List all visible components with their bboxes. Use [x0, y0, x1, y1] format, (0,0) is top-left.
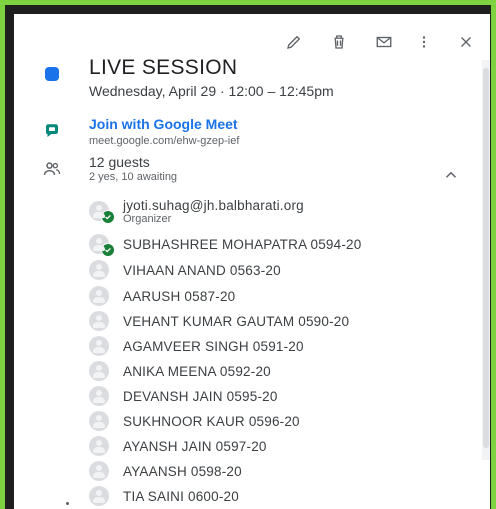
guest-name: SUKHNOOR KAUR 0596-20: [123, 413, 300, 429]
avatar: [89, 336, 109, 356]
event-title: LIVE SESSION: [89, 56, 238, 79]
avatar: [89, 486, 109, 506]
guest-name: AYANSH JAIN 0597-20: [123, 438, 267, 454]
scroll-thumb[interactable]: [483, 68, 489, 448]
pencil-icon: [287, 35, 301, 49]
people-icon: [40, 157, 64, 181]
avatar: [89, 201, 115, 224]
guest-name: VEHANT KUMAR GAUTAM 0590-20: [123, 313, 350, 329]
guest-name: AARUSH 0587-20: [123, 288, 236, 304]
event-color-swatch: [40, 62, 64, 86]
guest-item[interactable]: TIA SAINI 0600-20: [89, 485, 239, 507]
more-vert-icon: [422, 36, 426, 48]
guests-count: 12 guests: [89, 154, 150, 170]
guest-name: ANIKA MEENA 0592-20: [123, 363, 271, 379]
scrollbar[interactable]: [482, 60, 490, 460]
avatar: [89, 311, 109, 331]
trash-icon: [334, 35, 344, 49]
event-details-card: LIVE SESSION Wednesday, April 29 · 12:00…: [14, 14, 490, 509]
avatar: [89, 461, 109, 481]
guest-item[interactable]: VEHANT KUMAR GAUTAM 0590-20: [89, 310, 349, 332]
mail-icon: [376, 36, 392, 48]
meet-url: meet.google.com/ehw-gzep-ief: [89, 135, 240, 147]
guest-name: SUBHASHREE MOHAPATRA 0594-20: [123, 236, 362, 252]
avatar: [89, 411, 109, 431]
close-button[interactable]: [452, 28, 480, 56]
guest-role: Organizer: [123, 212, 172, 225]
guest-item[interactable]: VIHAAN ANAND 0563-20: [89, 259, 281, 281]
avatar: [89, 361, 109, 381]
avatar: [89, 234, 115, 257]
guest-name: VIHAAN ANAND 0563-20: [123, 262, 281, 278]
join-meet-link[interactable]: Join with Google Meet: [89, 116, 238, 132]
accepted-check-icon: [101, 210, 115, 224]
guest-name: AGAMVEER SINGH 0591-20: [123, 338, 304, 354]
guest-item[interactable]: SUBHASHREE MOHAPATRA 0594-20: [89, 233, 362, 257]
avatar: [89, 436, 109, 456]
toolbar: [260, 28, 490, 60]
avatar: [89, 260, 109, 280]
guest-name: TIA SAINI 0600-20: [123, 488, 239, 504]
guest-item[interactable]: SUKHNOOR KAUR 0596-20: [89, 410, 300, 432]
delete-button[interactable]: [325, 28, 353, 56]
avatar: [89, 386, 109, 406]
chevron-up-icon[interactable]: [442, 166, 460, 184]
avatar: [89, 286, 109, 306]
accepted-check-icon: [101, 243, 115, 257]
edit-button[interactable]: [280, 28, 308, 56]
guest-item[interactable]: AARUSH 0587-20: [89, 285, 235, 307]
more-options-button[interactable]: [410, 28, 438, 56]
guest-name: AYAANSH 0598-20: [123, 463, 242, 479]
guests-rsvp-summary: 2 yes, 10 awaiting: [89, 171, 178, 183]
bottom-dot: [66, 502, 69, 505]
guest-item[interactable]: DEVANSH JAIN 0595-20: [89, 385, 278, 407]
google-meet-icon: [40, 119, 64, 143]
guest-item[interactable]: AYAANSH 0598-20: [89, 460, 242, 482]
email-guests-button[interactable]: [370, 28, 398, 56]
guest-item[interactable]: ANIKA MEENA 0592-20: [89, 360, 271, 382]
event-datetime: Wednesday, April 29 · 12:00 – 12:45pm: [89, 83, 334, 99]
guest-name: jyoti.suhag@jh.balbharati.org: [123, 197, 304, 213]
guest-name: DEVANSH JAIN 0595-20: [123, 388, 278, 404]
guest-item[interactable]: AYANSH JAIN 0597-20: [89, 435, 267, 457]
guest-item[interactable]: jyoti.suhag@jh.balbharati.org Organizer: [89, 196, 304, 226]
guest-item[interactable]: AGAMVEER SINGH 0591-20: [89, 335, 304, 357]
close-icon: [461, 37, 471, 47]
